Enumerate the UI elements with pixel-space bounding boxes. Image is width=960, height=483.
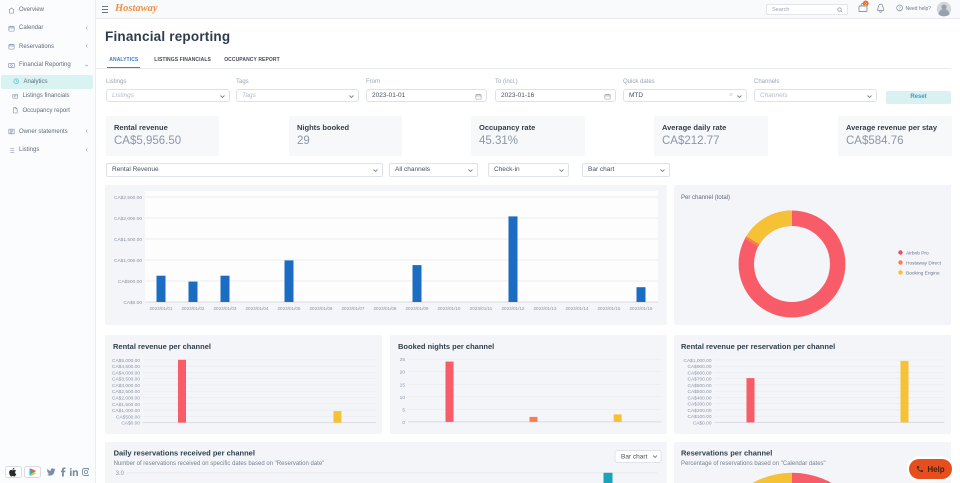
svg-text:2023/01/11: 2023/01/11 bbox=[470, 306, 493, 311]
svg-text:CA$0.00: CA$0.00 bbox=[123, 300, 142, 306]
svg-text:Need help?: Need help? bbox=[906, 6, 932, 12]
svg-text:25: 25 bbox=[400, 357, 406, 363]
svg-text:CA$1,500.00: CA$1,500.00 bbox=[114, 237, 142, 243]
svg-text:2023/01/12: 2023/01/12 bbox=[502, 306, 525, 311]
svg-text:CA$3,000.00: CA$3,000.00 bbox=[112, 383, 140, 389]
svg-text:CA$500.00: CA$500.00 bbox=[116, 414, 140, 420]
svg-text:CA$500.00: CA$500.00 bbox=[687, 389, 711, 395]
svg-text:CA$4,000.00: CA$4,000.00 bbox=[112, 370, 140, 376]
svg-text:2023/01/07: 2023/01/07 bbox=[342, 306, 365, 311]
svg-text:2023/01/04: 2023/01/04 bbox=[246, 306, 269, 311]
svg-text:2023/01/05: 2023/01/05 bbox=[278, 306, 301, 311]
svg-text:CA$1,000.00: CA$1,000.00 bbox=[112, 408, 140, 414]
svg-text:Bar chart: Bar chart bbox=[621, 454, 648, 461]
svg-text:CA$700.00: CA$700.00 bbox=[687, 377, 711, 383]
svg-text:CA$4,500.00: CA$4,500.00 bbox=[112, 364, 140, 370]
svg-text:CA$2,500.00: CA$2,500.00 bbox=[114, 195, 142, 201]
svg-text:2023/01/13: 2023/01/13 bbox=[534, 306, 557, 311]
svg-text:2023/01/15: 2023/01/15 bbox=[598, 306, 621, 311]
svg-text:Rental revenue per channel: Rental revenue per channel bbox=[113, 342, 211, 351]
svg-text:15: 15 bbox=[400, 382, 406, 388]
svg-text:2023/01/14: 2023/01/14 bbox=[566, 306, 589, 311]
svg-text:2023/01/10: 2023/01/10 bbox=[438, 306, 461, 311]
svg-text:Daily reservations received pe: Daily reservations received per channel bbox=[114, 449, 255, 458]
svg-text:10: 10 bbox=[400, 395, 406, 401]
svg-text:CA$200.00: CA$200.00 bbox=[687, 408, 711, 414]
svg-text:Airbnb Pro: Airbnb Pro bbox=[906, 251, 929, 257]
svg-text:CA$100.00: CA$100.00 bbox=[687, 414, 711, 420]
svg-text:CA$5,000.00: CA$5,000.00 bbox=[112, 358, 140, 364]
svg-text:Percentage of reservations bas: Percentage of reservations based on "Cal… bbox=[681, 461, 826, 467]
svg-text:2023/01/06: 2023/01/06 bbox=[310, 306, 333, 311]
svg-text:CA$1,000.00: CA$1,000.00 bbox=[114, 258, 142, 264]
svg-text:3.0: 3.0 bbox=[116, 471, 125, 477]
svg-text:CA$800.00: CA$800.00 bbox=[687, 371, 711, 377]
svg-text:2023/01/09: 2023/01/09 bbox=[406, 306, 429, 311]
svg-text:Booked nights per channel: Booked nights per channel bbox=[398, 342, 494, 351]
svg-text:CA$2,000.00: CA$2,000.00 bbox=[112, 396, 140, 402]
svg-text:CA$1,000.00: CA$1,000.00 bbox=[683, 358, 711, 364]
svg-text:Per channel (total): Per channel (total) bbox=[681, 195, 730, 201]
svg-text:Rental revenue per reservation: Rental revenue per reservation per chann… bbox=[681, 342, 835, 351]
svg-text:Reservations per channel: Reservations per channel bbox=[681, 449, 772, 458]
svg-text:CA$2,500.00: CA$2,500.00 bbox=[112, 389, 140, 395]
svg-text:Booking Engine: Booking Engine bbox=[906, 271, 940, 277]
svg-text:Hostaway Direct: Hostaway Direct bbox=[906, 261, 942, 267]
svg-text:?: ? bbox=[898, 6, 901, 11]
svg-text:0: 0 bbox=[402, 420, 405, 426]
svg-text:CA$2,000.00: CA$2,000.00 bbox=[114, 216, 142, 222]
svg-text:CA$400.00: CA$400.00 bbox=[687, 395, 711, 401]
svg-text:2: 2 bbox=[864, 1, 867, 6]
svg-text:2023/01/01: 2023/01/01 bbox=[150, 306, 173, 311]
svg-text:CA$300.00: CA$300.00 bbox=[687, 402, 711, 408]
svg-text:CA$1,500.00: CA$1,500.00 bbox=[112, 402, 140, 408]
svg-text:2023/01/16: 2023/01/16 bbox=[630, 306, 653, 311]
svg-text:CA$500.00: CA$500.00 bbox=[118, 279, 142, 285]
svg-text:5: 5 bbox=[402, 407, 405, 413]
svg-text:2023/01/08: 2023/01/08 bbox=[374, 306, 397, 311]
svg-text:CA$600.00: CA$600.00 bbox=[687, 383, 711, 389]
svg-text:CA$0.00: CA$0.00 bbox=[121, 421, 140, 427]
svg-text:CA$900.00: CA$900.00 bbox=[687, 364, 711, 370]
svg-text:CA$0.00: CA$0.00 bbox=[692, 420, 711, 426]
svg-text:2023/01/02: 2023/01/02 bbox=[182, 306, 205, 311]
svg-text:CA$3,500.00: CA$3,500.00 bbox=[112, 377, 140, 383]
svg-text:2023/01/03: 2023/01/03 bbox=[214, 306, 237, 311]
svg-text:Number of reservations receive: Number of reservations received on speci… bbox=[114, 461, 325, 467]
svg-text:20: 20 bbox=[400, 370, 406, 376]
